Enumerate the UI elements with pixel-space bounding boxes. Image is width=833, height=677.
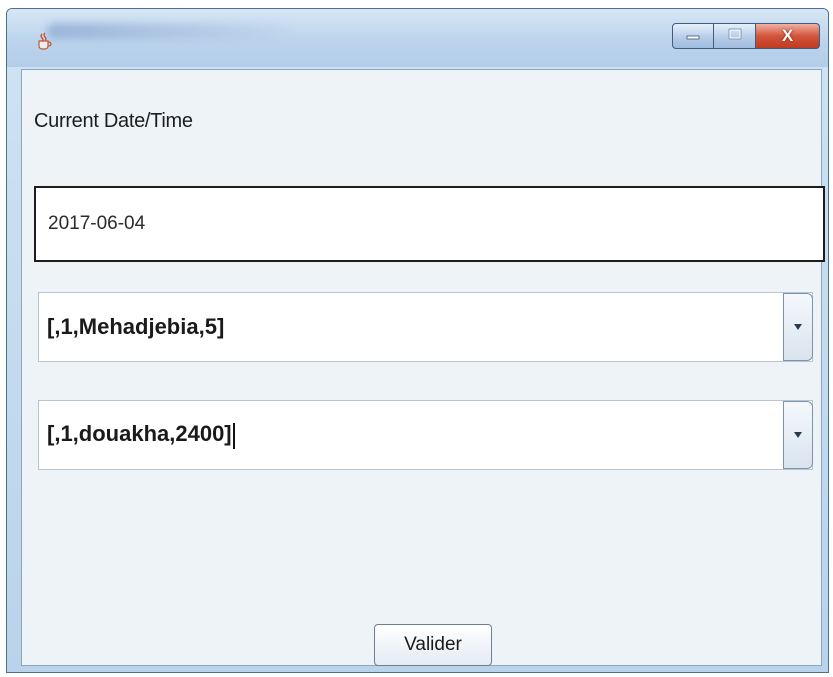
chevron-down-icon	[793, 318, 803, 336]
java-cup-icon	[35, 31, 53, 51]
minimize-icon	[686, 27, 700, 45]
combo-box-2[interactable]: [,1,douakha,2400]	[38, 400, 813, 470]
valider-button[interactable]: Valider	[374, 624, 492, 666]
title-bar[interactable]: X	[7, 9, 828, 67]
date-field[interactable]: 2017-06-04	[34, 186, 825, 262]
chevron-down-icon	[793, 426, 803, 444]
date-field-value: 2017-06-04	[48, 213, 146, 234]
combo-box-1-value: [,1,Mehadjebia,5]	[47, 314, 225, 339]
content-panel: Current Date/Time 2017-06-04 [,1,Mehadje…	[21, 69, 825, 666]
text-cursor	[232, 422, 235, 449]
window-controls: X	[672, 23, 820, 51]
maximize-button[interactable]	[714, 23, 756, 49]
minimize-button[interactable]	[672, 23, 714, 49]
close-button[interactable]: X	[756, 23, 820, 49]
combo-box-1-dropdown-button[interactable]	[783, 293, 813, 361]
combo-box-2-value: [,1,douakha,2400]	[47, 421, 235, 449]
app-window: X Current Date/Time 2017-06-04 [,1,Mehad…	[6, 8, 829, 673]
close-icon: X	[781, 26, 794, 45]
combo-box-1[interactable]: [,1,Mehadjebia,5]	[38, 292, 813, 362]
combo-box-2-dropdown-button[interactable]	[783, 401, 813, 469]
maximize-icon	[728, 27, 742, 45]
window-title	[47, 23, 297, 39]
date-time-label: Current Date/Time	[34, 110, 193, 132]
